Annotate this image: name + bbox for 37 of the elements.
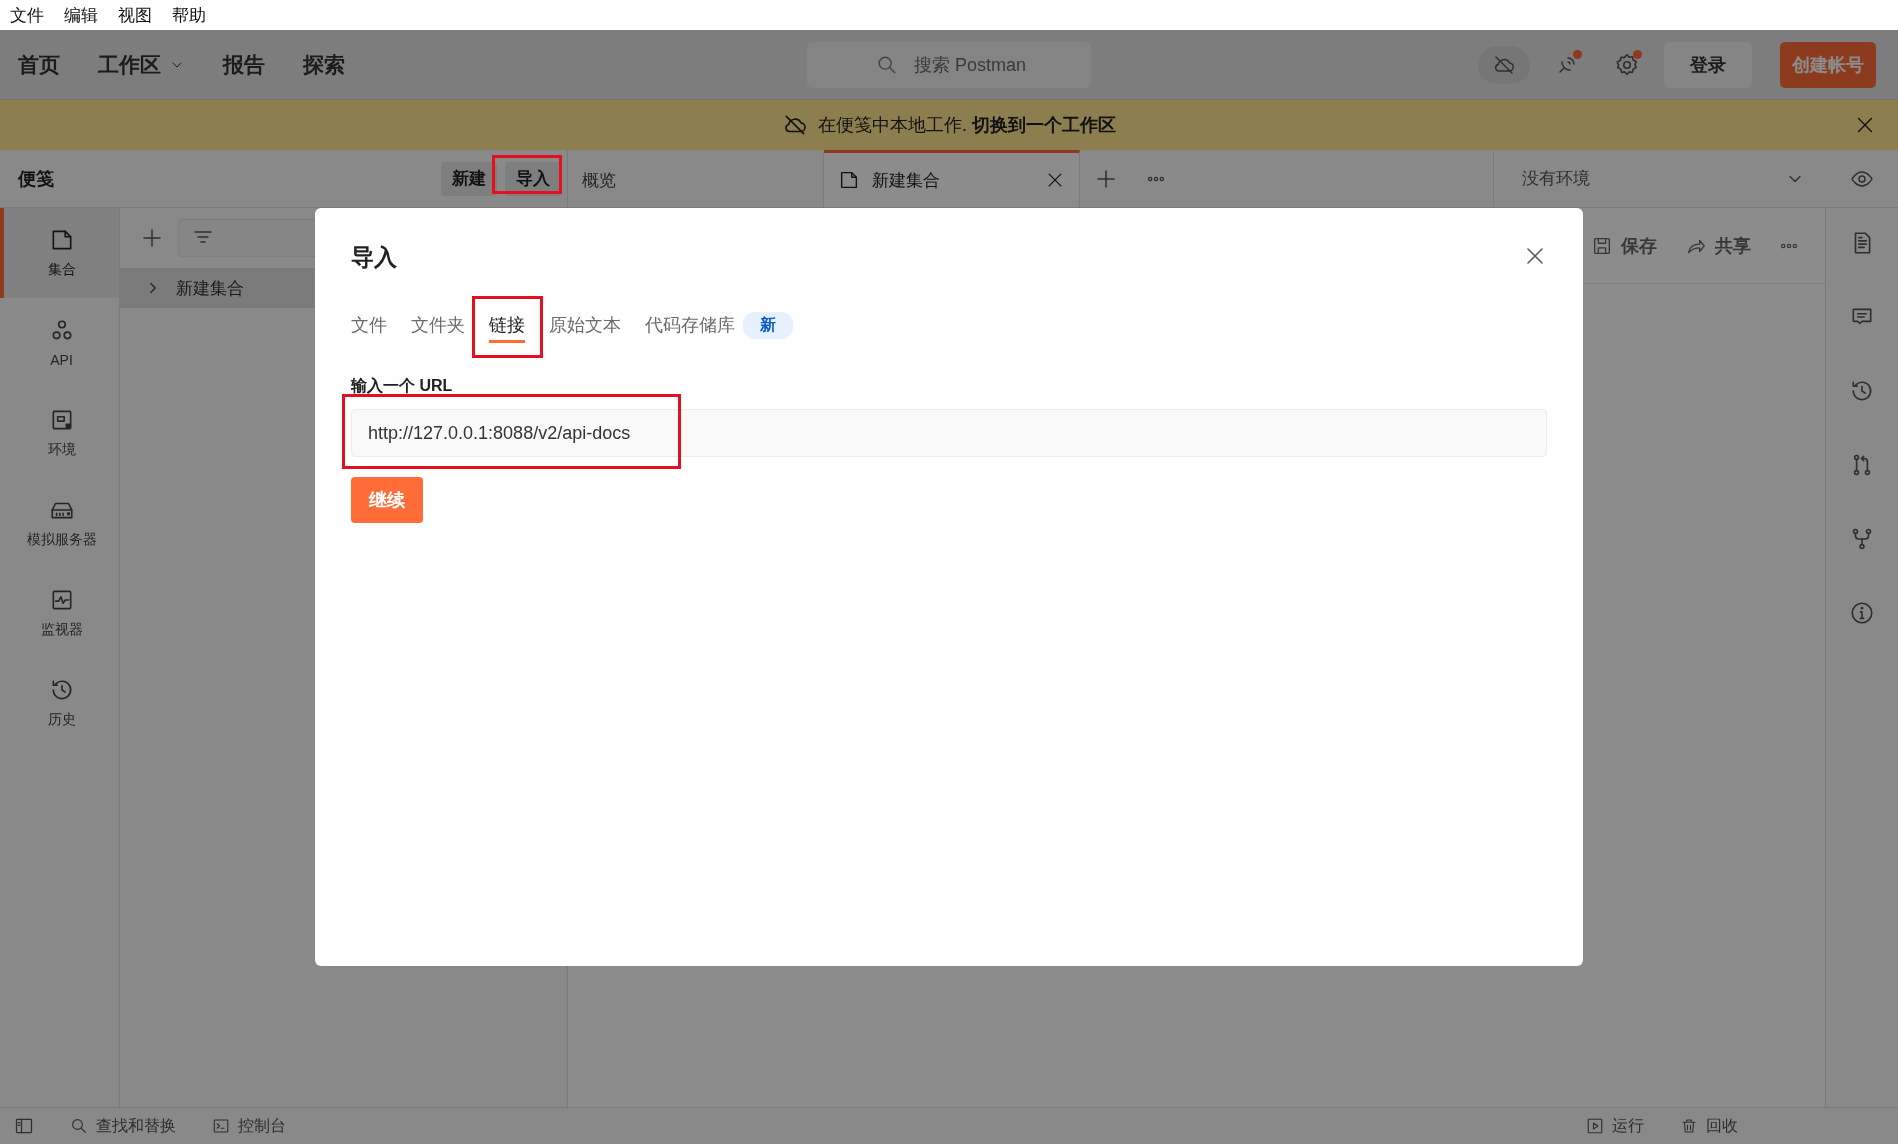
sidebar-item[interactable]: API — [0, 298, 119, 388]
field-label: 输入一个 URL — [351, 376, 454, 396]
import-tab[interactable]: 文件 — [351, 305, 387, 345]
status-button[interactable]: 控制台 — [212, 1115, 286, 1137]
sign-in-button[interactable]: 登录 — [1664, 41, 1752, 88]
status-button[interactable]: 查找和替换 — [70, 1115, 176, 1137]
nav-link[interactable]: 报告 — [223, 50, 265, 79]
menu-item[interactable]: 帮助 — [172, 3, 206, 27]
import-tab[interactable]: 原始文本 — [549, 305, 621, 345]
nav-link[interactable]: 探索 — [303, 50, 345, 79]
menu-item[interactable]: 编辑 — [64, 3, 98, 27]
sidebar-item[interactable]: 环境 — [0, 388, 119, 478]
environment-dropdown[interactable]: 没有环境 — [1493, 150, 1825, 207]
search-field[interactable]: 搜索 Postman — [807, 42, 1091, 88]
status-button[interactable]: 回收 — [1680, 1115, 1738, 1137]
import-tab[interactable]: 文件夹 — [411, 305, 465, 345]
sidebar-item[interactable]: 模拟服务器 — [0, 478, 119, 568]
sidebar-title: 便笺 — [18, 167, 55, 191]
share-button[interactable]: 共享 — [1685, 233, 1751, 258]
sidebar-item[interactable]: 历史 — [0, 658, 119, 748]
save-button[interactable]: 保存 — [1591, 233, 1657, 258]
new-button[interactable]: 新建 — [441, 161, 497, 196]
menu-item[interactable]: 文件 — [10, 3, 44, 27]
new-badge: 新 — [743, 311, 793, 339]
url-field[interactable]: http://127.0.0.1:8088/v2/api-docs — [351, 409, 1547, 457]
import-tab[interactable]: 代码存储库 — [645, 305, 735, 345]
menu-item[interactable]: 视图 — [118, 3, 152, 27]
status-button[interactable]: 运行 — [1586, 1115, 1644, 1137]
tab[interactable]: 新建集合 — [824, 150, 1080, 207]
nav-link[interactable]: 工作区 — [98, 50, 185, 79]
sidebar-item[interactable]: 监视器 — [0, 568, 119, 658]
sidebar-item[interactable]: 集合 — [0, 208, 119, 298]
dialog-title: 导入 — [351, 243, 397, 272]
continue-button[interactable]: 继续 — [351, 477, 423, 523]
banner-message: 在便笺中本地工作. 切换到一个工作区 — [818, 114, 1116, 137]
nav-link[interactable]: 首页 — [18, 50, 60, 79]
import-tab[interactable]: 链接 — [489, 305, 525, 345]
